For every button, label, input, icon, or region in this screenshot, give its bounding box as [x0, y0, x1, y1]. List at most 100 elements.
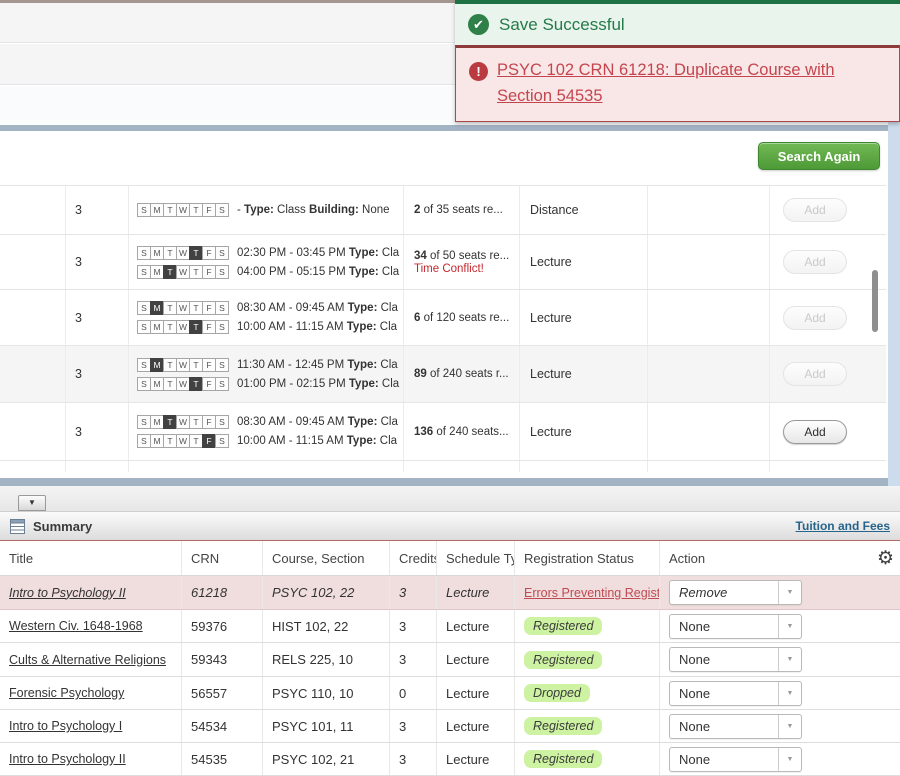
- day-selector: SMTWTFS: [137, 415, 228, 429]
- summary-row: Cults & Alternative Religions59343RELS 2…: [0, 643, 900, 677]
- cell-crn: 56557: [182, 677, 263, 709]
- day-box: T: [163, 301, 177, 315]
- cell-action: None▼: [660, 710, 900, 742]
- chevron-down-icon: ▼: [28, 498, 36, 507]
- day-box: S: [215, 415, 229, 429]
- cell-credits: 0: [390, 677, 437, 709]
- summary-row: Intro to Psychology II61218PSYC 102, 223…: [0, 576, 900, 610]
- registration-error-link[interactable]: Errors Preventing Regist...: [524, 586, 660, 600]
- course-title-link[interactable]: Cults & Alternative Religions: [9, 653, 166, 667]
- course-title-link[interactable]: Intro to Psychology II: [9, 752, 126, 766]
- cell-action: None▼: [660, 610, 900, 642]
- time-conflict-warning: Time Conflict!: [414, 263, 519, 275]
- cell-schedule-type: Lecture: [437, 576, 515, 609]
- action-dropdown[interactable]: Remove▼: [669, 580, 802, 605]
- cell-meeting-times: SMTWTFS: [129, 461, 404, 472]
- cell-course-section: PSYC 101, 11: [263, 710, 390, 742]
- collapse-summary-button[interactable]: ▼: [18, 495, 46, 511]
- action-dropdown[interactable]: None▼: [669, 647, 802, 672]
- course-title-link[interactable]: Intro to Psychology I: [9, 719, 122, 733]
- cell-meeting-times: SMTWTFS02:30 PM - 03:45 PM Type: ClaSMTW…: [129, 235, 404, 289]
- result-row: SMTWTFS: [0, 461, 886, 472]
- day-box: S: [215, 203, 229, 217]
- cell-action: None▼: [660, 643, 900, 676]
- day-box: T: [189, 320, 203, 334]
- course-title-link[interactable]: Forensic Psychology: [9, 686, 124, 700]
- cell-empty: [648, 290, 770, 345]
- cell-course-section: PSYC 102, 21: [263, 743, 390, 775]
- action-dropdown[interactable]: None▼: [669, 714, 802, 739]
- status-badge: Registered: [524, 617, 602, 635]
- cell-credits: 3: [66, 235, 129, 289]
- gear-icon[interactable]: ⚙: [877, 545, 894, 572]
- cell-empty: [648, 403, 770, 460]
- day-box: W: [176, 415, 190, 429]
- day-selector: SMTWTFS: [137, 358, 228, 372]
- panel-splitter[interactable]: ▼: [0, 486, 900, 511]
- action-dropdown[interactable]: None▼: [669, 747, 802, 772]
- day-box: S: [137, 320, 151, 334]
- day-box: M: [150, 265, 164, 279]
- cell-credits: [66, 461, 129, 472]
- cell-schedule-type: Lecture: [437, 643, 515, 676]
- day-box: T: [163, 377, 177, 391]
- tuition-fees-link[interactable]: Tuition and Fees: [796, 519, 890, 533]
- vertical-scrollbar-thumb[interactable]: [872, 270, 878, 332]
- search-again-button[interactable]: Search Again: [758, 142, 880, 170]
- course-title-link[interactable]: Intro to Psychology II: [9, 586, 126, 600]
- column-header: Title: [0, 541, 182, 575]
- add-button[interactable]: Add: [783, 198, 847, 222]
- summary-table: TitleCRNCourse, SectionCreditsSchedule T…: [0, 541, 900, 776]
- cell-schedule-type: Lecture: [437, 610, 515, 642]
- cell-empty: [0, 186, 66, 234]
- cell-schedule-type: Distance: [520, 186, 648, 234]
- column-header: CRN: [182, 541, 263, 575]
- chevron-down-icon: ▼: [778, 715, 801, 738]
- meeting-text: 01:00 PM - 02:15 PM Type: Cla: [237, 378, 399, 390]
- day-selector: SMTWTFS: [137, 377, 228, 391]
- cell-schedule-type: [520, 461, 648, 472]
- day-box: S: [215, 358, 229, 372]
- course-title-link[interactable]: Western Civ. 1648-1968: [9, 619, 143, 633]
- add-button[interactable]: Add: [783, 362, 847, 386]
- seats-text: 2 of 35 seats re...: [414, 204, 519, 216]
- day-selector: SMTWTFS: [137, 265, 228, 279]
- action-dropdown[interactable]: None▼: [669, 681, 802, 706]
- cell-add: Add: [770, 403, 886, 460]
- add-button[interactable]: Add: [783, 420, 847, 444]
- cell-title: Intro to Psychology I: [0, 710, 182, 742]
- cell-meeting-times: SMTWTFS08:30 AM - 09:45 AM Type: ClaSMTW…: [129, 290, 404, 345]
- day-box: F: [202, 203, 216, 217]
- cell-empty: [0, 235, 66, 289]
- action-dropdown[interactable]: None▼: [669, 614, 802, 639]
- meeting-text: 02:30 PM - 03:45 PM Type: Cla: [237, 247, 399, 259]
- cell-crn: 59376: [182, 610, 263, 642]
- add-button[interactable]: Add: [783, 250, 847, 274]
- day-box: F: [202, 434, 216, 448]
- cell-seats: 136 of 240 seats...: [404, 403, 520, 460]
- cell-crn: 54534: [182, 710, 263, 742]
- day-selector: SMTWTFS: [137, 320, 228, 334]
- add-button[interactable]: Add: [783, 306, 847, 330]
- day-box: F: [202, 301, 216, 315]
- seats-text: 34 of 50 seats re...: [414, 250, 519, 262]
- duplicate-course-error-link[interactable]: PSYC 102 CRN 61218: Duplicate Course wit…: [497, 58, 885, 109]
- day-box: M: [150, 415, 164, 429]
- cell-schedule-type: Lecture: [520, 290, 648, 345]
- seats-text: 89 of 240 seats r...: [414, 368, 519, 380]
- cell-add: Add: [770, 290, 886, 345]
- day-box: M: [150, 301, 164, 315]
- summary-row: Intro to Psychology I54534PSYC 101, 113L…: [0, 710, 900, 743]
- cell-title: Forensic Psychology: [0, 677, 182, 709]
- day-box: S: [137, 246, 151, 260]
- summary-row: Forensic Psychology56557PSYC 110, 100Lec…: [0, 677, 900, 710]
- cell-empty: [648, 235, 770, 289]
- meeting-text: 11:30 AM - 12:45 PM Type: Cla: [237, 359, 398, 371]
- meeting-line: SMTWTFS- Type: Class Building: None: [137, 203, 403, 217]
- summary-table-body: Intro to Psychology II61218PSYC 102, 223…: [0, 576, 900, 776]
- check-icon: ✔: [468, 14, 489, 35]
- cell-course-section: RELS 225, 10: [263, 643, 390, 676]
- day-box: W: [176, 434, 190, 448]
- cell-empty: [648, 186, 770, 234]
- save-successful-label: Save Successful: [499, 15, 625, 35]
